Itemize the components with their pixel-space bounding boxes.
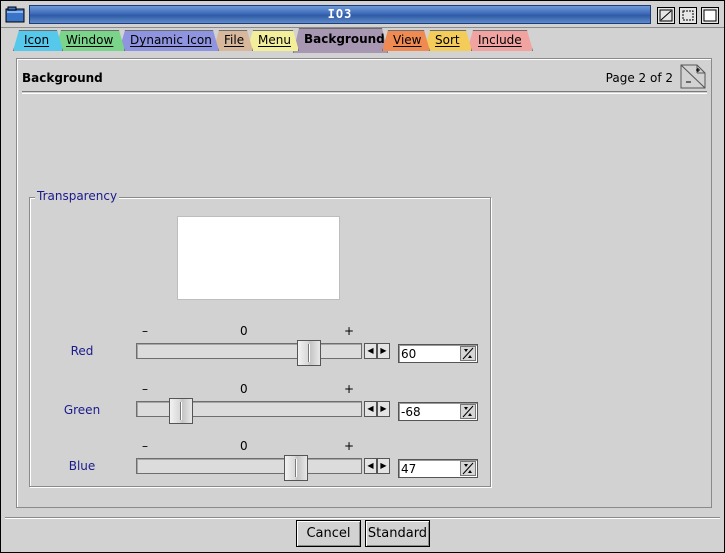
tab-label: Background: [304, 32, 385, 46]
slider-scale: – 0 +: [142, 439, 355, 453]
standard-button[interactable]: Standard: [365, 520, 430, 547]
tab-include[interactable]: Include: [467, 30, 533, 51]
arrow-right-icon[interactable]: ▶: [377, 458, 390, 474]
tab-sort[interactable]: Sort: [424, 30, 472, 51]
tab-label: Include: [478, 33, 522, 47]
drawer-icon[interactable]: [5, 6, 25, 23]
red-value-input[interactable]: [400, 346, 458, 361]
cancel-button[interactable]: Cancel: [296, 520, 361, 547]
green-slider-row: – 0 + Green ◀ ▶: [30, 382, 490, 432]
green-value-input[interactable]: [400, 404, 458, 419]
iconify-icon: [682, 10, 694, 21]
stepper-icon[interactable]: [460, 461, 476, 476]
depth-icon: [703, 9, 717, 22]
scale-mid: 0: [240, 439, 248, 453]
zoom-icon: [659, 9, 673, 22]
scale-max: +: [344, 439, 355, 453]
arrow-right-icon[interactable]: ▶: [377, 343, 390, 359]
arrow-left-icon[interactable]: ◀: [364, 458, 377, 474]
tab-file[interactable]: File: [213, 30, 253, 51]
stepper-icon[interactable]: [460, 404, 476, 419]
blue-label: Blue: [68, 459, 96, 473]
zoom-button[interactable]: [657, 7, 675, 24]
scale-mid: 0: [240, 324, 248, 338]
red-slider-row: – 0 + Red ◀ ▶: [30, 324, 490, 374]
red-arrow-buttons: ◀ ▶: [364, 343, 390, 359]
tab-label: Window: [66, 33, 114, 47]
transparency-label: Transparency: [35, 189, 120, 203]
tab-window[interactable]: Window: [55, 30, 125, 51]
blue-slider-row: – 0 + Blue ◀ ▶: [30, 439, 490, 489]
page-indicator: Page 2 of 2: [605, 71, 673, 85]
page-corner-icon[interactable]: [680, 63, 706, 89]
tab-view[interactable]: View: [382, 30, 430, 51]
red-value-field[interactable]: [398, 344, 478, 363]
green-label: Green: [63, 403, 101, 417]
scale-min: –: [142, 382, 148, 396]
red-slider[interactable]: [136, 340, 362, 366]
tab-label: Menu: [258, 33, 291, 47]
blue-arrow-buttons: ◀ ▶: [364, 458, 390, 474]
tab-icon[interactable]: Icon: [13, 30, 63, 51]
window: IO3 Icon Window Dynamic Icon File Menu Backgr…: [0, 0, 725, 553]
tab-label: Dynamic Icon: [130, 33, 212, 47]
green-arrow-buttons: ◀ ▶: [364, 401, 390, 417]
title-bar[interactable]: IO3: [1, 1, 724, 28]
page-title-divider: [22, 91, 707, 94]
blue-slider[interactable]: [136, 455, 362, 481]
footer-divider: [5, 517, 720, 519]
arrow-left-icon[interactable]: ◀: [364, 401, 377, 417]
tab-background[interactable]: Background: [293, 28, 388, 53]
blue-value-field[interactable]: [398, 459, 478, 478]
slider-knob[interactable]: [297, 340, 321, 366]
tab-label: Sort: [435, 33, 460, 47]
blue-value-input[interactable]: [400, 461, 458, 476]
transparency-group: Transparency –0+Red◀▶–0+Green◀▶–0+Blue◀▶: [29, 189, 491, 489]
window-title: IO3: [327, 7, 353, 21]
scale-max: +: [344, 382, 355, 396]
scale-min: –: [142, 324, 148, 338]
red-label: Red: [70, 344, 94, 358]
green-value-field[interactable]: [398, 402, 478, 421]
stepper-icon[interactable]: [460, 346, 476, 361]
tab-label: Icon: [24, 33, 50, 47]
tab-label: View: [393, 33, 422, 47]
slider-scale: – 0 +: [142, 324, 355, 338]
slider-knob[interactable]: [169, 398, 193, 424]
scale-min: –: [142, 439, 148, 453]
iconify-button[interactable]: [679, 7, 697, 24]
green-slider[interactable]: [136, 398, 362, 424]
page-title: Background: [22, 71, 103, 85]
page-panel: Background Page 2 of 2 Transparency – 0 + R…: [16, 58, 712, 508]
slider-scale: – 0 +: [142, 382, 355, 396]
title-bar-fill: IO3: [29, 5, 651, 24]
arrow-left-icon[interactable]: ◀: [364, 343, 377, 359]
tab-menu[interactable]: Menu: [247, 30, 299, 51]
depth-button[interactable]: [701, 7, 719, 24]
arrow-right-icon[interactable]: ▶: [377, 401, 390, 417]
color-preview: [177, 216, 340, 300]
scale-max: +: [344, 324, 355, 338]
slider-knob[interactable]: [284, 455, 308, 481]
tab-label: File: [224, 33, 245, 47]
tab-dynamic-icon[interactable]: Dynamic Icon: [119, 30, 219, 51]
scale-mid: 0: [240, 382, 248, 396]
tab-bar: Icon Window Dynamic Icon File Menu Background…: [1, 29, 724, 51]
